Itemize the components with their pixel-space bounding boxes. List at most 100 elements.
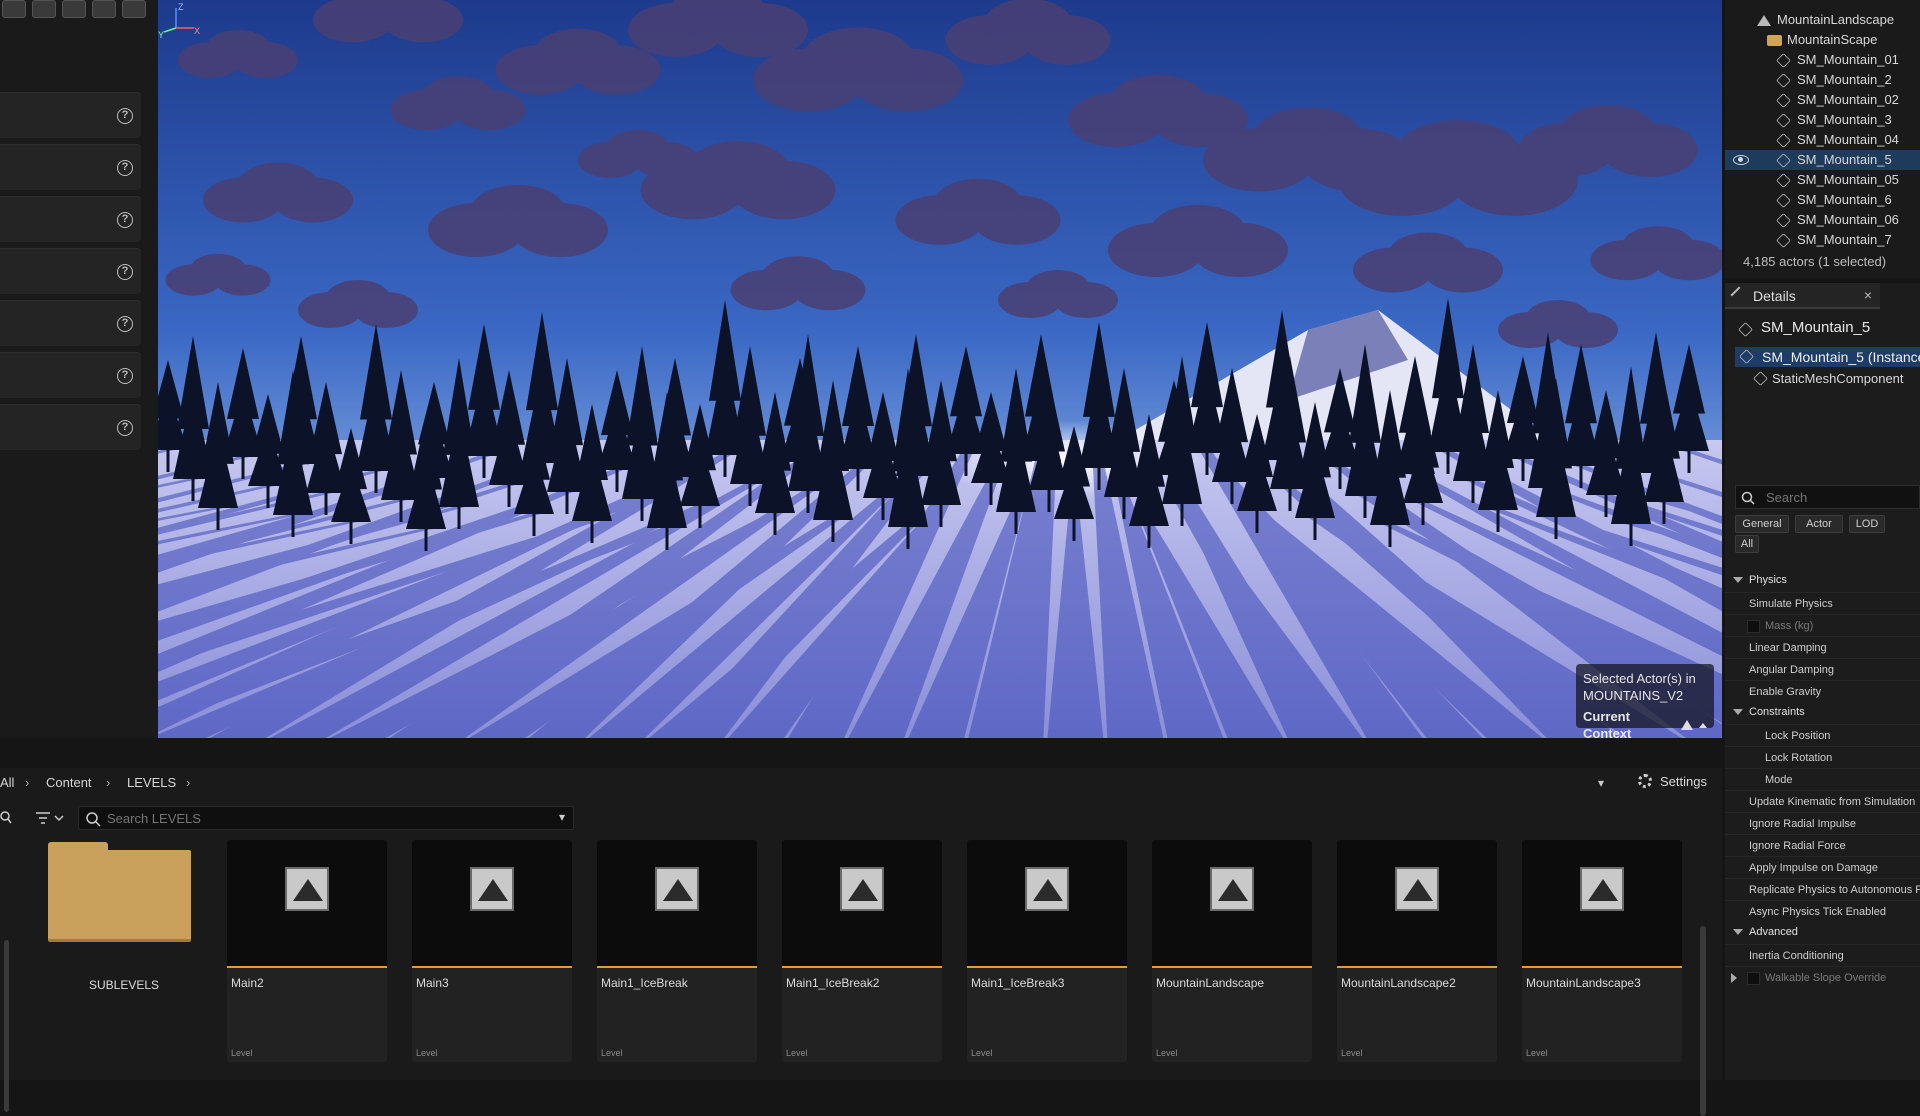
property-label: Angular Damping: [1749, 664, 1834, 676]
filter-general-button[interactable]: General: [1735, 515, 1789, 533]
help-icon[interactable]: ?: [117, 420, 133, 436]
property-row[interactable]: Lock Position: [1725, 724, 1920, 746]
current-context-box[interactable]: Selected Actor(s) in MOUNTAINS_V2 Curren…: [1576, 664, 1714, 738]
filter-lod-button[interactable]: LOD: [1849, 515, 1885, 533]
gear-icon: [1638, 774, 1652, 788]
property-checkbox[interactable]: [1747, 620, 1760, 633]
outliner-row[interactable]: MountainLandscape: [1725, 10, 1920, 30]
property-row[interactable]: Mass (kg): [1725, 614, 1920, 636]
level-icon: [1395, 867, 1439, 911]
level-asset-tile[interactable]: MountainLandscape3 Level: [1522, 840, 1682, 1062]
left-panel-row-5[interactable]: ?: [0, 300, 141, 346]
property-row[interactable]: Ignore Radial Impulse: [1725, 812, 1920, 834]
static-mesh-component-row[interactable]: StaticMeshComponent: [1735, 369, 1920, 389]
property-row[interactable]: Simulate Physics: [1725, 592, 1920, 614]
settings-button[interactable]: Settings: [1638, 774, 1707, 789]
asset-thumbnail: [782, 840, 942, 968]
tool-icon-1[interactable]: [2, 0, 26, 18]
viewport-scene: [158, 0, 1722, 738]
outliner-row[interactable]: SM_Mountain_5: [1725, 150, 1920, 170]
outliner-row[interactable]: MountainScape: [1725, 30, 1920, 50]
breadcrumb-content[interactable]: Content: [46, 775, 92, 790]
property-row[interactable]: Mode: [1725, 768, 1920, 790]
asset-name: Main3: [416, 976, 449, 990]
search-icon: [1741, 491, 1755, 505]
property-row[interactable]: Update Kinematic from Simulation: [1725, 790, 1920, 812]
section-advanced[interactable]: Advanced: [1725, 922, 1920, 944]
help-icon[interactable]: ?: [117, 368, 133, 384]
tool-icon-2[interactable]: [32, 0, 56, 18]
filter-actor-button[interactable]: Actor: [1795, 515, 1843, 533]
content-browser: All › Content › LEVELS › ▾ Settings ▾: [0, 768, 1722, 1116]
asset-scrollbar[interactable]: [1700, 926, 1706, 1116]
property-row[interactable]: Async Physics Tick Enabled: [1725, 900, 1920, 922]
eye-icon[interactable]: [1733, 155, 1749, 165]
tree-scrollbar[interactable]: [4, 940, 9, 1112]
outliner-row[interactable]: SM_Mountain_6: [1725, 190, 1920, 210]
expand-arrow-icon[interactable]: [1731, 973, 1737, 983]
level-asset-tile[interactable]: Main1_IceBreak2 Level: [782, 840, 942, 1062]
help-icon[interactable]: ?: [117, 264, 133, 280]
tool-icon-5[interactable]: [122, 0, 146, 18]
level-asset-tile[interactable]: Main1_IceBreak3 Level: [967, 840, 1127, 1062]
outliner-row[interactable]: SM_Mountain_06: [1725, 210, 1920, 230]
outliner-row[interactable]: SM_Mountain_7: [1725, 230, 1920, 250]
level-asset-tile[interactable]: Main1_IceBreak Level: [597, 840, 757, 1062]
folder-sublevels[interactable]: SUBLEVELS: [44, 840, 204, 1062]
level-asset-tile[interactable]: MountainLandscape2 Level: [1337, 840, 1497, 1062]
help-icon[interactable]: ?: [117, 160, 133, 176]
property-checkbox[interactable]: [1747, 972, 1760, 985]
details-panel: Details × SM_Mountain_5 SM_Mountain_5 (I…: [1725, 283, 1920, 1080]
current-context-label[interactable]: Current Context: [1583, 708, 1707, 738]
property-row[interactable]: Enable Gravity: [1725, 680, 1920, 702]
outliner-item-label: SM_Mountain_3: [1797, 112, 1892, 127]
property-row[interactable]: Linear Damping: [1725, 636, 1920, 658]
left-panel-row-4[interactable]: ?: [0, 248, 141, 294]
property-row[interactable]: Lock Rotation: [1725, 746, 1920, 768]
property-row[interactable]: Ignore Radial Force: [1725, 834, 1920, 856]
outliner-row[interactable]: SM_Mountain_2: [1725, 70, 1920, 90]
section-constraints[interactable]: Constraints: [1725, 702, 1920, 724]
left-panel-row-3[interactable]: ?: [0, 196, 141, 242]
filter-icon[interactable]: [36, 810, 66, 826]
outliner-row[interactable]: SM_Mountain_05: [1725, 170, 1920, 190]
search-icon[interactable]: [0, 811, 12, 825]
level-viewport[interactable]: Z X Y Selected Actor(s) in MOUNTAINS_V2 …: [158, 0, 1722, 738]
help-icon[interactable]: ?: [117, 212, 133, 228]
details-search-input[interactable]: [1764, 488, 1914, 506]
help-icon[interactable]: ?: [117, 316, 133, 332]
section-physics[interactable]: Physics: [1725, 570, 1920, 592]
property-row[interactable]: Replicate Physics to Autonomous P: [1725, 878, 1920, 900]
breadcrumb-levels[interactable]: LEVELS: [127, 775, 176, 790]
details-tab[interactable]: Details ×: [1725, 283, 1880, 309]
chevron-down-icon[interactable]: ▾: [559, 810, 565, 824]
property-row[interactable]: Angular Damping: [1725, 658, 1920, 680]
outliner-row[interactable]: SM_Mountain_02: [1725, 90, 1920, 110]
close-icon[interactable]: ×: [1864, 287, 1872, 303]
level-asset-tile[interactable]: MountainLandscape Level: [1152, 840, 1312, 1062]
axis-x-label: X: [194, 26, 200, 36]
tool-icon-4[interactable]: [92, 0, 116, 18]
left-panel-row-2[interactable]: ?: [0, 144, 141, 190]
left-panel-row-1[interactable]: ?: [0, 92, 141, 138]
property-row[interactable]: Apply Impulse on Damage: [1725, 856, 1920, 878]
outliner-row[interactable]: SM_Mountain_01: [1725, 50, 1920, 70]
component-instance-row[interactable]: SM_Mountain_5 (Instance): [1735, 347, 1920, 367]
property-row[interactable]: Inertia Conditioning: [1725, 944, 1920, 966]
content-search[interactable]: ▾: [78, 806, 574, 830]
filter-all-button[interactable]: All: [1735, 535, 1759, 553]
property-row[interactable]: Walkable Slope Override: [1725, 966, 1920, 988]
left-panel-row-7[interactable]: ?: [0, 404, 141, 450]
outliner-row[interactable]: SM_Mountain_3: [1725, 110, 1920, 130]
level-asset-tile[interactable]: Main3 Level: [412, 840, 572, 1062]
help-icon[interactable]: ?: [117, 108, 133, 124]
expand-arrow-icon: [1733, 709, 1743, 715]
left-panel-row-6[interactable]: ?: [0, 352, 141, 398]
content-search-input[interactable]: [105, 809, 535, 827]
tool-icon-3[interactable]: [62, 0, 86, 18]
chevron-down-icon[interactable]: ▾: [1598, 776, 1604, 790]
breadcrumb-all[interactable]: All: [0, 775, 14, 790]
outliner-row[interactable]: SM_Mountain_04: [1725, 130, 1920, 150]
level-asset-tile[interactable]: Main2 Level: [227, 840, 387, 1062]
details-search[interactable]: [1735, 485, 1920, 509]
